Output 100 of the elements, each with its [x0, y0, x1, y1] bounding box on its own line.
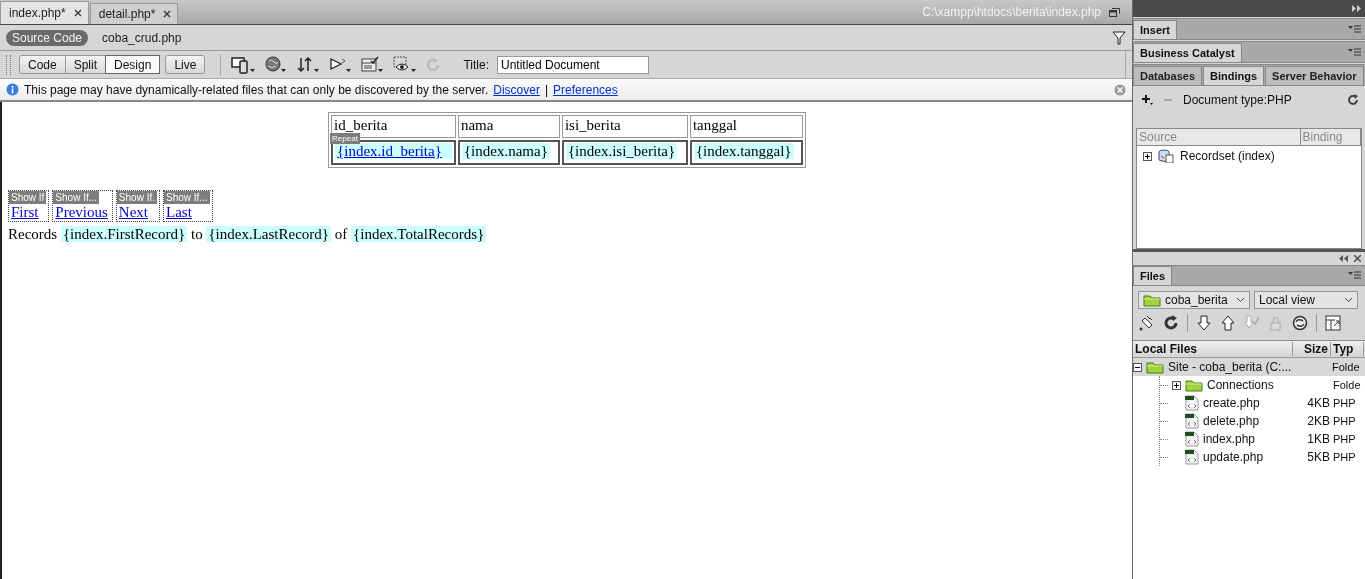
- plus-box-icon[interactable]: [1172, 380, 1181, 390]
- file-row[interactable]: delete.php 2KB PHP: [1160, 412, 1365, 430]
- file-type: Folde: [1331, 361, 1360, 373]
- column-header: isi_berita: [564, 117, 621, 133]
- panel-tab[interactable]: Files: [1133, 266, 1173, 285]
- checklist-icon[interactable]: [361, 55, 386, 74]
- related-file-button[interactable]: Source Code: [6, 29, 89, 46]
- plug-icon[interactable]: [1139, 315, 1155, 331]
- column-header: tanggal: [692, 117, 738, 133]
- repeat-region-tag: Repeat: [330, 133, 360, 144]
- file-row[interactable]: Connections Folde: [1160, 376, 1365, 394]
- view-button[interactable]: Design: [105, 55, 161, 74]
- minus-box-icon[interactable]: [1133, 362, 1142, 372]
- panel-tab[interactable]: Bindings: [1203, 66, 1265, 85]
- file-name: delete.php: [1203, 414, 1260, 428]
- panel-menu-icon[interactable]: [1348, 47, 1361, 57]
- file-name: index.php: [1203, 432, 1256, 446]
- file-name: create.php: [1203, 396, 1260, 410]
- info-icon: [6, 83, 19, 96]
- show-if-tag: Show If...: [164, 191, 210, 204]
- preferences-link[interactable]: Preferences: [553, 82, 618, 97]
- close-icon[interactable]: [1354, 255, 1361, 262]
- column-header[interactable]: Size: [1293, 342, 1331, 356]
- down-arrow-icon[interactable]: [1196, 315, 1212, 331]
- up-down-arrows-icon[interactable]: [297, 55, 322, 74]
- view-dropdown[interactable]: Local view: [1254, 291, 1358, 309]
- panel-tab[interactable]: Insert: [1133, 20, 1177, 39]
- file-type: PHP: [1332, 397, 1356, 409]
- file-path: C:\xampp\htdocs\berita\index.php: [922, 5, 1101, 19]
- panel-tab[interactable]: Business Catalyst: [1133, 43, 1242, 62]
- folder-icon: [1146, 360, 1164, 374]
- up-arrow-icon[interactable]: [1220, 315, 1236, 331]
- show-if-tag: Show If: [9, 191, 47, 204]
- file-row[interactable]: update.php 5KB PHP: [1160, 448, 1365, 466]
- file-name: update.php: [1203, 450, 1264, 464]
- binding-item[interactable]: Recordset (index): [1180, 149, 1275, 163]
- chevron-down-icon: [1344, 297, 1353, 303]
- close-icon[interactable]: [163, 10, 172, 18]
- file-type: PHP: [1332, 415, 1356, 427]
- table-cell: {index.tanggal}: [689, 140, 803, 165]
- plus-box-icon[interactable]: [1143, 151, 1152, 161]
- records-text: Records {index.FirstRecord} to {index.LastRecord} of {index.TotalRecords}: [8, 226, 488, 243]
- view-button[interactable]: Code: [19, 55, 66, 74]
- file-size: 2KB: [1307, 414, 1330, 428]
- show-if-tag: Show If...: [53, 191, 100, 204]
- discover-link[interactable]: Discover: [493, 82, 540, 97]
- restore-window-icon[interactable]: [1109, 7, 1120, 17]
- add-icon[interactable]: [1141, 94, 1153, 106]
- refresh-icon[interactable]: [1163, 315, 1179, 331]
- devices-icon[interactable]: [231, 55, 258, 74]
- collapse-arrows-icon[interactable]: [1352, 5, 1361, 12]
- title-label: Title:: [463, 57, 489, 72]
- site-dropdown[interactable]: coba_berita: [1138, 291, 1250, 309]
- file-type: Folde: [1332, 379, 1361, 391]
- view-button[interactable]: Live: [165, 55, 206, 74]
- file-row[interactable]: index.php 1KB PHP: [1160, 430, 1365, 448]
- file-row[interactable]: Site - coba_berita (C:... Folde: [1133, 358, 1365, 376]
- related-file-button[interactable]: coba_crud.php: [96, 29, 188, 46]
- php-file-icon: [1185, 395, 1199, 411]
- separator-text: |: [544, 82, 549, 97]
- folder-icon: [1143, 293, 1161, 307]
- panel-menu-icon[interactable]: [1348, 24, 1361, 34]
- navigation-link[interactable]: Next: [116, 204, 151, 221]
- file-row[interactable]: create.php 4KB PHP: [1160, 394, 1365, 412]
- panel-tab[interactable]: Databases: [1133, 66, 1203, 85]
- column-header: id_berita: [334, 117, 388, 133]
- php-file-icon: [1185, 431, 1199, 447]
- document-tab[interactable]: detail.php*: [89, 3, 179, 24]
- refresh-icon[interactable]: [1347, 94, 1359, 106]
- title-field[interactable]: Untitled Document: [496, 55, 649, 74]
- panel-menu-icon[interactable]: [1348, 271, 1361, 280]
- file-name: Connections: [1207, 378, 1274, 392]
- table-cell: {index.nama}: [457, 140, 560, 165]
- file-size: 5KB: [1307, 450, 1330, 464]
- table-cell: {index.isi_berita}: [561, 140, 688, 165]
- navigation-link[interactable]: Last: [164, 204, 194, 221]
- file-name: Site - coba_berita (C:...: [1168, 360, 1292, 374]
- expand-icon[interactable]: [1325, 315, 1341, 331]
- column-header: nama: [460, 117, 494, 133]
- sync-icon[interactable]: [1292, 315, 1308, 331]
- php-file-icon: [1185, 449, 1199, 465]
- close-icon[interactable]: [73, 9, 82, 17]
- check-out-icon[interactable]: [1244, 315, 1260, 331]
- column-header[interactable]: Typ: [1331, 342, 1364, 356]
- folder-icon: [1185, 378, 1203, 392]
- column-header[interactable]: Local Files: [1133, 342, 1293, 356]
- file-type: PHP: [1332, 433, 1356, 445]
- show-if-tag: Show If.: [116, 191, 157, 204]
- view-button[interactable]: Split: [64, 55, 107, 74]
- panel-tab[interactable]: Server Behavior: [1265, 66, 1364, 85]
- navigation-link[interactable]: Previous: [53, 204, 110, 221]
- collapse-arrows-icon[interactable]: [1339, 255, 1348, 262]
- navigation-link[interactable]: First: [9, 204, 41, 221]
- binding-link[interactable]: {index.id_berita}: [335, 143, 452, 159]
- filter-icon[interactable]: [1112, 30, 1126, 45]
- file-type: PHP: [1332, 451, 1356, 463]
- document-tab[interactable]: index.php*: [0, 1, 89, 24]
- file-size: 4KB: [1307, 396, 1330, 410]
- play-icon[interactable]: [329, 55, 354, 74]
- eye-icon[interactable]: [393, 55, 418, 74]
